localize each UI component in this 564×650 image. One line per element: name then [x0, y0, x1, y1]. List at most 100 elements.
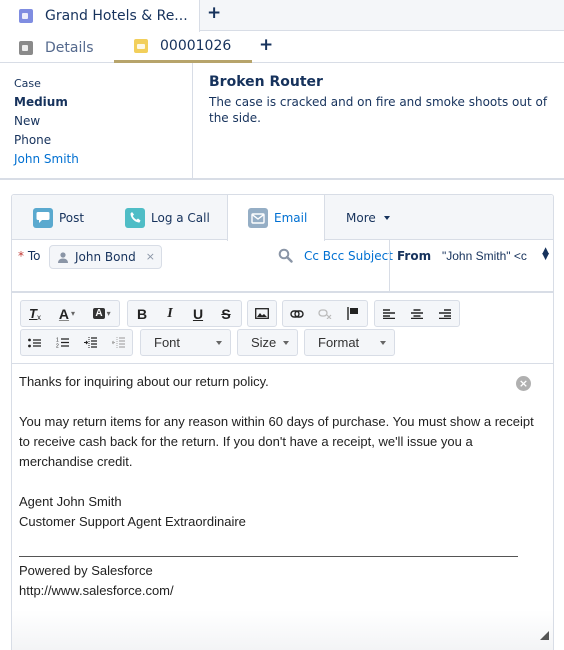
- footer-powered-by: Powered by Salesforce: [19, 563, 153, 578]
- toolbar-group-style: B I U S: [127, 300, 242, 327]
- align-right-icon: [439, 308, 451, 319]
- to-label-text: To: [27, 249, 41, 263]
- case-icon: [134, 39, 148, 53]
- chat-icon: [33, 207, 53, 228]
- select-arrows-icon: ▲ ▼: [542, 246, 549, 262]
- chevron-down-icon: [283, 341, 289, 345]
- svg-text:2: 2: [56, 344, 59, 349]
- indent-icon: [83, 337, 97, 348]
- outdent-icon: [111, 337, 125, 348]
- tab-email[interactable]: Email: [227, 195, 325, 241]
- strikethrough-button[interactable]: S: [212, 301, 240, 326]
- case-type: Case: [14, 77, 41, 90]
- email-icon: [248, 208, 268, 228]
- align-left-icon: [383, 308, 395, 319]
- case-fields: Case Medium New Phone John Smith: [0, 63, 193, 178]
- details-icon: [19, 40, 33, 55]
- align-center-button[interactable]: [403, 301, 431, 326]
- email-body-editor[interactable]: Thanks for inquiring about our return po…: [12, 365, 553, 650]
- signature-divider: [19, 556, 518, 557]
- font-select[interactable]: Font: [140, 329, 231, 356]
- unlink-icon: [318, 308, 332, 319]
- tab-email-label: Email: [274, 211, 308, 225]
- tab-log-a-call[interactable]: Log a Call: [125, 195, 210, 240]
- from-select-value[interactable]: "John Smith" <c: [442, 249, 538, 263]
- subtab-bar: Details 00001026 +: [0, 32, 564, 63]
- subtab-details-label: Details: [45, 39, 94, 56]
- size-select[interactable]: Size: [237, 329, 298, 356]
- phone-icon: [125, 207, 145, 228]
- signature-name: Agent John Smith: [19, 494, 122, 509]
- link-button[interactable]: [283, 301, 311, 326]
- footer-url: http://www.salesforce.com/: [19, 583, 174, 598]
- search-icon[interactable]: [278, 248, 293, 266]
- case-priority: Medium: [14, 95, 68, 109]
- align-left-button[interactable]: [375, 301, 403, 326]
- editor-toolbar: Tx A ▾ A ▾ B I U S 1 2 Font Size Format: [12, 295, 553, 364]
- publisher: Post Log a Call Email More * To John Bon…: [11, 194, 554, 650]
- resize-handle-icon[interactable]: [540, 631, 549, 640]
- indent-button[interactable]: [77, 330, 105, 355]
- workspace-tab-bar: Grand Hotels & Re... +: [0, 0, 564, 32]
- align-right-button[interactable]: [431, 301, 459, 326]
- remove-recipient-icon[interactable]: ×: [146, 250, 155, 263]
- toolbar-group-align: [374, 300, 460, 327]
- clear-body-icon[interactable]: ×: [516, 376, 531, 391]
- workspace-tab-grand-hotels[interactable]: Grand Hotels & Re...: [0, 0, 200, 32]
- format-select[interactable]: Format: [304, 329, 395, 356]
- chevron-down-icon: [383, 215, 390, 220]
- case-contact-link[interactable]: John Smith: [14, 150, 178, 169]
- format-select-label: Format: [318, 335, 360, 350]
- background-color-button[interactable]: A ▾: [85, 301, 119, 326]
- case-subject: Broken Router: [209, 74, 323, 90]
- case-details: Broken Router The case is cracked and on…: [209, 74, 554, 126]
- from-field[interactable]: From "John Smith" <c ▲ ▼: [389, 240, 553, 291]
- remove-format-button[interactable]: Tx: [21, 301, 49, 326]
- new-subtab-plus-icon[interactable]: +: [259, 37, 273, 54]
- bulleted-list-icon: [28, 338, 42, 347]
- body-paragraph: You may return items for any reason with…: [19, 414, 534, 469]
- subtab-case[interactable]: 00001026: [114, 32, 252, 63]
- workspace-tab-label: Grand Hotels & Re...: [45, 8, 188, 24]
- chevron-down-icon: [216, 341, 222, 345]
- tab-log-a-call-label: Log a Call: [151, 210, 210, 225]
- outdent-button[interactable]: [104, 330, 132, 355]
- to-label: * To: [18, 249, 40, 263]
- numbered-list-button[interactable]: 12: [49, 330, 77, 355]
- recipient-pill[interactable]: John Bond ×: [49, 245, 162, 269]
- case-summary: Case Medium New Phone John Smith Broken …: [0, 63, 564, 180]
- user-icon: [58, 251, 68, 263]
- chevron-down-icon: [380, 341, 386, 345]
- new-workspace-tab-plus-icon[interactable]: +: [207, 5, 221, 22]
- bold-button[interactable]: B: [128, 301, 156, 326]
- toolbar-group-link: [282, 300, 368, 327]
- case-status: New: [14, 114, 41, 128]
- account-icon: [19, 9, 33, 23]
- toolbar-group-lists: 12: [20, 329, 133, 356]
- cc-bcc-subject-link[interactable]: Cc Bcc Subject: [304, 249, 393, 263]
- editor-bottom-fade: [12, 610, 553, 650]
- font-select-label: Font: [154, 335, 181, 350]
- subtab-details[interactable]: Details: [19, 32, 94, 63]
- underline-button[interactable]: U: [184, 301, 212, 326]
- tab-more[interactable]: More: [346, 195, 390, 240]
- from-label: From: [397, 249, 432, 263]
- italic-button[interactable]: I: [156, 301, 184, 326]
- publisher-tabs: Post Log a Call Email More: [12, 195, 553, 241]
- case-description: The case is cracked and on fire and smok…: [209, 95, 548, 125]
- toolbar-group-image: [247, 300, 277, 327]
- flag-icon: [347, 307, 358, 320]
- signature-title: Customer Support Agent Extraordinaire: [19, 514, 246, 529]
- subtab-case-label: 00001026: [160, 38, 232, 54]
- required-marker: *: [18, 249, 24, 263]
- recipient-name: John Bond: [75, 250, 136, 264]
- tab-post[interactable]: Post: [33, 195, 84, 240]
- image-button[interactable]: [248, 301, 276, 326]
- link-icon: [290, 309, 304, 318]
- anchor-button[interactable]: [339, 301, 367, 326]
- text-color-button[interactable]: A ▾: [49, 301, 85, 326]
- image-icon: [255, 308, 269, 319]
- body-line: Thanks for inquiring about our return po…: [19, 374, 269, 389]
- bulleted-list-button[interactable]: [21, 330, 49, 355]
- unlink-button[interactable]: [311, 301, 339, 326]
